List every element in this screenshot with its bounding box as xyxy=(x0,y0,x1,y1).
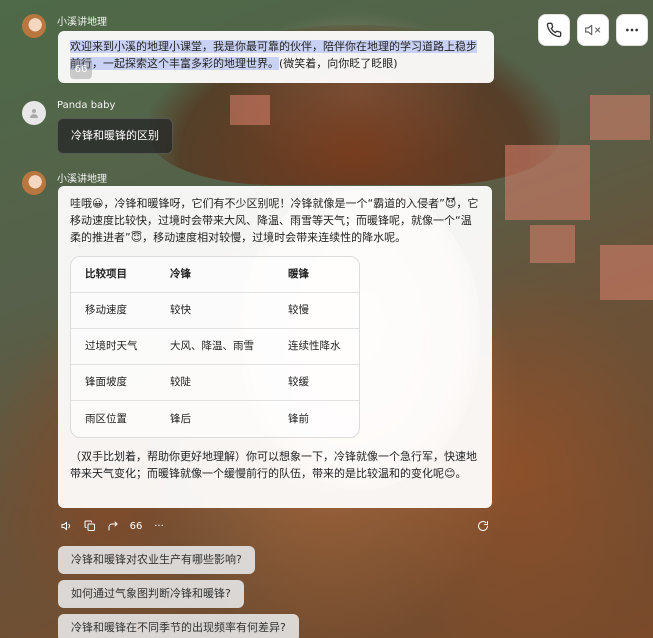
more-button[interactable] xyxy=(616,14,648,46)
background-sticky-note xyxy=(600,245,653,300)
table-cell: 大风、降温、雨雪 xyxy=(156,329,274,365)
mute-button[interactable] xyxy=(577,14,609,46)
top-controls xyxy=(538,14,648,46)
share-button[interactable] xyxy=(106,519,120,533)
assistant-message-bubble[interactable]: 欢迎来到小溪的地理小课堂，我是你最可靠的伙伴，陪伴你在地理的学习道路上稳步前行，… xyxy=(58,31,494,83)
table-cell: 较快 xyxy=(156,293,274,329)
suggestion-chip[interactable]: 如何通过气象图判断冷锋和暖锋? xyxy=(58,580,244,608)
table-cell: 锋前 xyxy=(288,412,309,425)
table-row: 移动速度 较快 较慢 xyxy=(71,293,359,329)
share-icon xyxy=(108,521,118,531)
assistant-avatar[interactable] xyxy=(22,14,46,38)
background-sticky-note xyxy=(530,225,575,263)
play-audio-button[interactable] xyxy=(60,519,74,533)
message-action-bar: 66 ··· xyxy=(60,518,490,534)
message-outro-text: （双手比划着，帮助你更好地理解）你可以想象一下，冷锋就像一个急行军，快速地带来天… xyxy=(70,450,477,480)
message-text: (微笑着，向你眨了眨眼) xyxy=(279,57,398,70)
table-row: 雨区位置 锋后 锋前 xyxy=(71,401,359,437)
table-header-row: 比较项目 冷锋 暖锋 xyxy=(71,257,359,293)
more-actions-button[interactable]: ··· xyxy=(152,519,166,533)
refresh-icon xyxy=(478,521,488,531)
table-cell: 较陡 xyxy=(156,365,274,401)
comparison-table: 比较项目 冷锋 暖锋 移动速度 较快 较慢 过境时天气 大风、降温、雨雪 连续性… xyxy=(70,256,360,438)
table-header-cell: 冷锋 xyxy=(156,257,274,293)
quote-button[interactable]: 66 xyxy=(129,519,143,533)
highlighted-text: 欢迎来到小溪的地理小课堂，我是你最可靠的伙伴，陪伴你在地理的学习道路上稳步前行，… xyxy=(70,40,477,70)
table-header-cell: 暖锋 xyxy=(274,257,359,293)
table-cell: 雨区位置 xyxy=(85,412,127,425)
table-cell: 较缓 xyxy=(274,365,359,401)
quote-chip-icon[interactable]: 66 xyxy=(70,59,92,79)
table-cell: 锋面坡度 xyxy=(71,365,156,401)
background-sticky-note xyxy=(230,95,270,125)
regenerate-button[interactable] xyxy=(476,519,490,533)
user-avatar[interactable] xyxy=(22,101,46,125)
table-cell: 移动速度 xyxy=(71,293,156,329)
suggestion-chip[interactable]: 冷锋和暖锋在不同季节的出现频率有何差异? xyxy=(58,614,299,638)
copy-button[interactable] xyxy=(83,519,97,533)
background-sticky-note xyxy=(590,95,650,140)
phone-icon xyxy=(546,22,562,38)
table-cell: 过境时天气 xyxy=(71,329,156,365)
table-cell: 锋后 xyxy=(170,412,191,425)
user-silhouette-icon xyxy=(30,109,38,118)
sender-name: 小溪讲地理 xyxy=(57,174,107,185)
table-cell: 较慢 xyxy=(274,293,359,329)
assistant-avatar[interactable] xyxy=(22,171,46,195)
table-row: 过境时天气 大风、降温、雨雪 连续性降水 xyxy=(71,329,359,365)
comparison-table-wrap: 比较项目 冷锋 暖锋 移动速度 较快 较慢 过境时天气 大风、降温、雨雪 连续性… xyxy=(70,256,480,438)
table-cell: 连续性降水 xyxy=(274,329,359,365)
copy-icon xyxy=(84,520,95,531)
background-sticky-note xyxy=(505,145,590,220)
message-intro-text: 哇哦😀，冷锋和暖锋呀，它们有不少区别呢！冷锋就像是一个“霸道的入侵者”😈，它移动… xyxy=(70,197,479,244)
sender-name: Panda baby xyxy=(57,100,116,111)
suggestion-chip[interactable]: 冷锋和暖锋对农业生产有哪些影响? xyxy=(58,546,255,574)
speaker-icon xyxy=(61,521,70,531)
sender-name: 小溪讲地理 xyxy=(57,17,107,28)
assistant-message-bubble[interactable]: 哇哦😀，冷锋和暖锋呀，它们有不少区别呢！冷锋就像是一个“霸道的入侵者”😈，它移动… xyxy=(58,186,492,508)
user-message-bubble[interactable]: 冷锋和暖锋的区别 xyxy=(57,118,173,154)
more-dots-icon xyxy=(626,28,638,32)
table-row: 锋面坡度 较陡 较缓 xyxy=(71,365,359,401)
call-button[interactable] xyxy=(538,14,570,46)
speaker-muted-icon xyxy=(585,24,601,36)
table-header-cell: 比较项目 xyxy=(71,257,156,293)
